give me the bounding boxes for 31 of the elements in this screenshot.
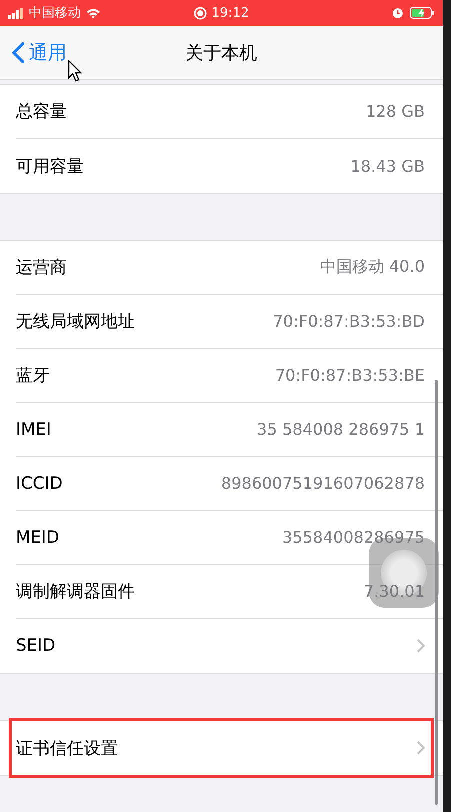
carrier-name: 中国移动	[29, 5, 81, 22]
row-value: 18.43 GB	[350, 156, 425, 176]
alarm-icon	[392, 7, 404, 19]
row-label: 无线局域网地址	[16, 311, 136, 333]
row-value: 中国移动 40.0	[320, 257, 425, 278]
row-label: IMEI	[16, 420, 52, 440]
row-label: ICCID	[16, 474, 64, 494]
row-label: 可用容量	[16, 156, 85, 178]
row-label: 调制解调器固件	[16, 581, 136, 603]
row-value: 89860075191607062878	[221, 474, 425, 493]
row-value: 35584008286975	[282, 528, 425, 547]
row-label: 蓝牙	[16, 365, 51, 387]
clock-time: 19:12	[212, 6, 250, 20]
row-value: 70:F0:87:B3:53:BD	[273, 312, 425, 331]
row-value: 35 584008 286975 1	[257, 420, 425, 439]
row-label: 证书信任设置	[16, 738, 119, 760]
row-value: 70:F0:87:B3:53:BE	[275, 366, 425, 385]
wifi-icon	[86, 8, 101, 18]
battery-icon	[410, 7, 435, 19]
row-label: MEID	[16, 528, 61, 548]
chevron-icon	[417, 639, 425, 653]
back-chevron-icon	[12, 42, 25, 64]
page-title: 关于本机	[186, 42, 258, 64]
chevron-icon	[417, 741, 425, 755]
row-label: 运营商	[16, 257, 68, 279]
back-button[interactable]: 通用	[8, 36, 71, 70]
row-label: SEID	[16, 636, 57, 656]
signal-icon	[8, 8, 24, 18]
record-icon	[194, 6, 207, 20]
row-label: 总容量	[16, 101, 68, 123]
row-value: 128 GB	[366, 102, 425, 121]
